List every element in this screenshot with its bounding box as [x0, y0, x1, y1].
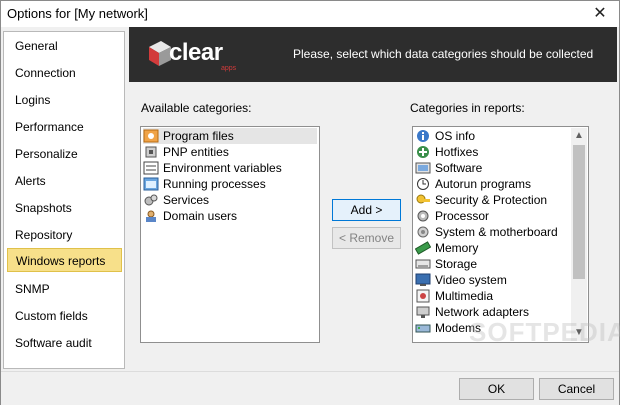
reports-scrollbar[interactable]: ▲ ▼	[571, 128, 587, 341]
remove-button[interactable]: < Remove	[332, 227, 401, 249]
sidebar-item-performance[interactable]: Performance	[7, 115, 122, 139]
list-item[interactable]: Autorun programs	[415, 176, 573, 192]
list-item[interactable]: Running processes	[143, 176, 317, 192]
sidebar-item-alerts[interactable]: Alerts	[7, 169, 122, 193]
list-item[interactable]: PNP entities	[143, 144, 317, 160]
video-icon	[415, 273, 431, 287]
sidebar-item-windows-reports[interactable]: Windows reports	[7, 248, 122, 272]
services-icon	[143, 193, 159, 207]
sidebar-item-custom-fields[interactable]: Custom fields	[7, 304, 122, 328]
sidebar: General Connection Logins Performance Pe…	[3, 31, 125, 369]
pnp-icon	[143, 145, 159, 159]
processor-icon	[415, 209, 431, 223]
list-item-label: Environment variables	[163, 161, 282, 175]
program-files-icon	[143, 129, 159, 143]
logo-text: clear	[169, 39, 223, 66]
list-item[interactable]: Memory	[414, 240, 573, 256]
hotfix-icon	[415, 145, 431, 159]
modem-icon	[415, 321, 431, 335]
scroll-thumb[interactable]	[573, 145, 585, 279]
dialog-footer: OK Cancel	[1, 371, 619, 405]
list-item-label: Hotfixes	[435, 145, 479, 159]
list-item-label: Security & Protection	[435, 193, 548, 207]
scroll-up-icon[interactable]: ▲	[571, 128, 587, 144]
multimedia-icon	[415, 289, 431, 303]
security-icon	[415, 193, 431, 207]
storage-icon	[415, 257, 431, 271]
motherboard-icon	[415, 225, 431, 239]
list-item-label: Software	[435, 161, 483, 175]
close-icon[interactable]: ✕	[589, 3, 611, 25]
sidebar-item-snmp[interactable]: SNMP	[7, 277, 122, 301]
list-item[interactable]: Storage	[415, 256, 573, 272]
list-item[interactable]: Program files	[143, 128, 317, 144]
title-bar[interactable]: Options for [My network] ✕	[1, 1, 619, 27]
environment-icon	[143, 161, 159, 175]
list-item-label: Services	[163, 193, 210, 207]
list-item-label: Running processes	[163, 177, 266, 191]
list-item-label: System & motherboard	[435, 225, 558, 239]
info-icon	[415, 129, 431, 143]
available-categories-list[interactable]: Program files PNP entities Environment v…	[140, 126, 320, 343]
add-button[interactable]: Add >	[332, 199, 401, 221]
memory-icon	[414, 241, 432, 255]
available-categories-label: Available categories:	[141, 101, 252, 115]
list-item-label: Domain users	[163, 209, 238, 223]
list-item[interactable]: Environment variables	[143, 160, 317, 176]
list-item[interactable]: Processor	[415, 208, 573, 224]
network-icon	[415, 305, 431, 319]
sidebar-item-software-audit[interactable]: Software audit	[7, 331, 122, 355]
softpedia-watermark: SOFTPEDIA	[469, 317, 620, 347]
list-item-label: OS info	[435, 129, 476, 143]
list-item[interactable]: Services	[143, 192, 317, 208]
sidebar-item-connection[interactable]: Connection	[7, 61, 122, 85]
banner-message: Please, select which data categories sho…	[293, 47, 594, 61]
list-item[interactable]: System & motherboard	[415, 224, 573, 240]
sidebar-item-personalize[interactable]: Personalize	[7, 142, 122, 166]
list-item[interactable]: OS info	[415, 128, 573, 144]
list-item-label: Multimedia	[435, 289, 494, 303]
users-icon	[143, 209, 159, 223]
list-item-label: Memory	[435, 241, 479, 255]
sidebar-item-general[interactable]: General	[7, 34, 122, 58]
ok-button[interactable]: OK	[459, 378, 534, 400]
list-item-label: Processor	[435, 209, 490, 223]
logo-subtext: apps	[221, 65, 237, 72]
list-item[interactable]: Domain users	[143, 208, 317, 224]
list-item[interactable]: Video system	[415, 272, 573, 288]
options-window: Options for [My network] ✕ General Conne…	[0, 0, 620, 405]
list-item-label: PNP entities	[163, 145, 229, 159]
list-item-label: Storage	[435, 257, 478, 271]
list-item-label: Autorun programs	[435, 177, 532, 191]
list-item[interactable]: Software	[415, 160, 573, 176]
cancel-button[interactable]: Cancel	[539, 378, 614, 400]
list-item-label: Program files	[163, 129, 234, 143]
window-title: Options for [My network]	[7, 6, 148, 21]
list-item-label: Video system	[435, 273, 507, 287]
main-content: clear apps Please, select which data cat…	[127, 27, 620, 371]
list-item[interactable]: Hotfixes	[415, 144, 573, 160]
autorun-icon	[415, 177, 431, 191]
sidebar-item-repository[interactable]: Repository	[7, 223, 122, 247]
categories-in-reports-label: Categories in reports:	[410, 101, 525, 115]
list-item[interactable]: Security & Protection	[415, 192, 573, 208]
categories-in-reports-list[interactable]: OS info Hotfixes Software Autorun progra…	[412, 126, 589, 343]
banner: clear apps Please, select which data cat…	[129, 27, 617, 82]
sidebar-item-snapshots[interactable]: Snapshots	[7, 196, 122, 220]
list-item[interactable]: Multimedia	[415, 288, 573, 304]
processes-icon	[143, 177, 159, 191]
software-icon	[415, 161, 431, 175]
sidebar-item-logins[interactable]: Logins	[7, 88, 122, 112]
